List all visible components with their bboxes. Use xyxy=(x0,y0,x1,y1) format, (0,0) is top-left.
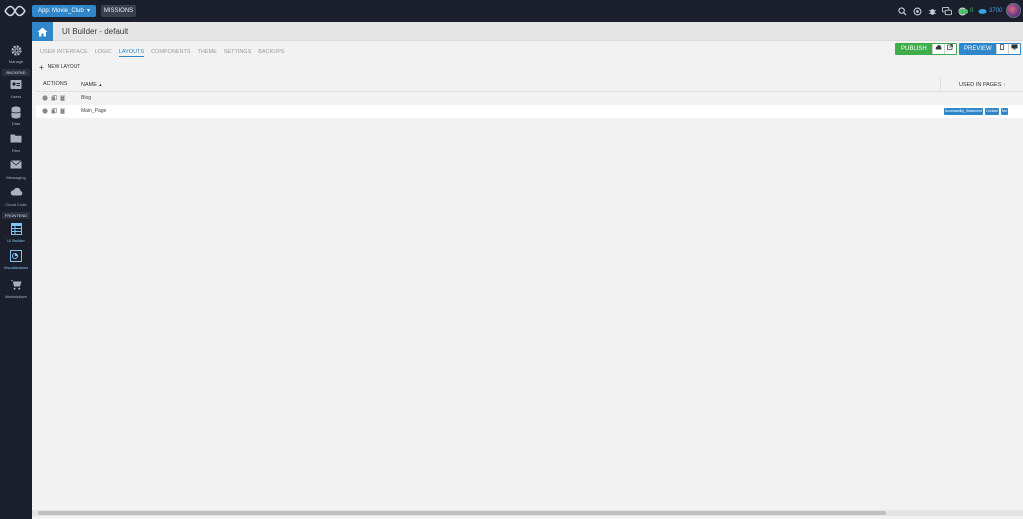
edit-icon[interactable] xyxy=(42,107,48,116)
sidebar-item-visualizations[interactable]: Visualizations xyxy=(0,248,32,274)
coins-icon xyxy=(978,8,987,14)
sidebar-item-label: Files xyxy=(11,148,21,153)
publish-button[interactable]: PUBLISH xyxy=(896,44,932,54)
mobile-icon[interactable] xyxy=(995,44,1008,54)
sort-asc-icon: ▲ xyxy=(98,82,103,87)
tab-layouts[interactable]: LAYOUTS xyxy=(118,47,145,57)
tab-bar: USER INTERFACE LOGIC LAYOUTS COMPONENTS … xyxy=(40,47,285,57)
trash-icon[interactable] xyxy=(60,108,65,116)
users-icon xyxy=(0,79,32,93)
credits-count: 3700 xyxy=(989,8,1003,14)
page-title: UI Builder - default xyxy=(62,27,129,36)
page-tag[interactable]: Contact xyxy=(984,108,1000,115)
column-name[interactable]: NAME ▲ xyxy=(81,77,102,92)
tab-backups[interactable]: BACKUPS xyxy=(258,47,284,57)
layout-name[interactable]: Main_Page xyxy=(81,105,106,118)
plus-icon: + xyxy=(39,62,44,72)
column-used-label: USED IN PAGES xyxy=(959,82,1002,88)
main-panel: UI Builder - default USER INTERFACE LOGI… xyxy=(32,22,1023,519)
sidebar-item-cloud-code[interactable]: Cloud Code xyxy=(0,185,32,211)
sidebar: Manage BACKEND Users Data Files Messagin… xyxy=(0,22,32,519)
tab-logic[interactable]: LOGIC xyxy=(95,47,112,57)
envelope-icon xyxy=(0,160,32,174)
sidebar-item-label: Cloud Code xyxy=(5,202,27,207)
sidebar-item-label: Data xyxy=(11,121,21,126)
gamepad-icon xyxy=(959,8,968,14)
missions-button[interactable]: MISSIONS xyxy=(101,5,136,17)
home-icon xyxy=(37,27,48,36)
app-selector-button[interactable]: App: Movie_Club ▼ xyxy=(32,5,96,17)
table-row: Blog xyxy=(36,92,1023,105)
chat-icon[interactable] xyxy=(942,6,952,16)
table-header: ACTIONS NAME ▲ USED IN PAGES ⇕ xyxy=(36,77,1023,92)
cloud-upload-icon[interactable] xyxy=(931,44,944,54)
sidebar-item-users[interactable]: Users xyxy=(0,77,32,103)
used-in-pages: Accessibility_Statement Contact Mo xyxy=(944,108,1008,115)
chart-icon xyxy=(0,250,32,264)
cloud-icon xyxy=(0,187,32,201)
page-tag[interactable]: Mo xyxy=(1001,108,1008,115)
credits-counter[interactable]: 3700 xyxy=(978,5,1002,17)
layouts-table: ACTIONS NAME ▲ USED IN PAGES ⇕ Blog Main… xyxy=(36,77,1023,118)
edit-icon[interactable] xyxy=(42,94,48,103)
api-calls-counter[interactable]: 0 xyxy=(959,5,973,17)
sidebar-item-label: Marketplace xyxy=(5,294,27,299)
sidebar-item-files[interactable]: Files xyxy=(0,131,32,157)
sidebar-item-label: Manage xyxy=(8,59,24,64)
sort-icon: ⇕ xyxy=(1002,82,1007,87)
external-link-icon[interactable] xyxy=(943,44,956,54)
api-calls-count: 0 xyxy=(970,8,974,14)
scrollbar-thumb[interactable] xyxy=(38,511,886,515)
sidebar-item-messaging[interactable]: Messaging xyxy=(0,158,32,184)
backendless-logo-icon[interactable] xyxy=(4,4,26,18)
column-actions: ACTIONS xyxy=(43,81,68,87)
gear-icon xyxy=(0,44,32,58)
new-layout-label: NEW LAYOUT xyxy=(47,64,81,70)
layout-name[interactable]: Blog xyxy=(81,92,91,105)
sidebar-item-ui-builder[interactable]: UI Builder xyxy=(0,221,32,247)
folder-icon xyxy=(0,133,32,147)
user-avatar[interactable] xyxy=(1006,3,1021,18)
new-layout-button[interactable]: + NEW LAYOUT xyxy=(36,60,90,74)
column-used-in-pages[interactable]: USED IN PAGES ⇕ xyxy=(959,77,1006,92)
page-header: UI Builder - default xyxy=(32,22,1023,41)
section-backend: BACKEND xyxy=(2,69,30,76)
tab-settings[interactable]: SETTINGS xyxy=(224,47,252,57)
page-tag[interactable]: Accessibility_Statement xyxy=(944,108,983,115)
horizontal-scrollbar[interactable] xyxy=(32,510,1023,516)
preview-button[interactable]: PREVIEW xyxy=(960,44,996,54)
copy-icon[interactable] xyxy=(51,94,57,103)
sidebar-item-marketplace[interactable]: Marketplace xyxy=(0,277,32,303)
bug-icon[interactable] xyxy=(927,6,937,16)
section-frontend: FRONTEND xyxy=(2,212,30,219)
table-row: Main_Page Accessibility_Statement Contac… xyxy=(36,105,1023,118)
cart-icon xyxy=(0,279,32,293)
database-icon xyxy=(0,106,32,120)
sidebar-item-label: Visualizations xyxy=(3,265,29,270)
column-name-label: NAME xyxy=(81,82,97,88)
sidebar-item-label: Messaging xyxy=(6,175,26,180)
top-bar: App: Movie_Club ▼ MISSIONS 0 3700 xyxy=(0,0,1023,22)
sidebar-item-manage[interactable]: Manage xyxy=(0,42,32,68)
caret-down-icon: ▼ xyxy=(86,8,91,14)
home-button[interactable] xyxy=(32,22,53,41)
app-selector-label: App: Movie_Club xyxy=(38,8,84,14)
search-icon[interactable] xyxy=(897,6,907,16)
tab-theme[interactable]: THEME xyxy=(198,47,217,57)
tab-components[interactable]: COMPONENTS xyxy=(151,47,190,57)
support-icon[interactable] xyxy=(912,6,922,16)
trash-icon[interactable] xyxy=(60,95,65,103)
sidebar-item-data[interactable]: Data xyxy=(0,104,32,130)
desktop-icon[interactable] xyxy=(1007,44,1020,54)
tab-user-interface[interactable]: USER INTERFACE xyxy=(40,47,88,57)
publish-group: PUBLISH xyxy=(895,43,957,55)
copy-icon[interactable] xyxy=(51,107,57,116)
preview-group: PREVIEW xyxy=(959,43,1021,55)
table-icon xyxy=(0,223,32,237)
sidebar-item-label: Users xyxy=(10,94,22,99)
sidebar-item-label: UI Builder xyxy=(7,238,25,243)
